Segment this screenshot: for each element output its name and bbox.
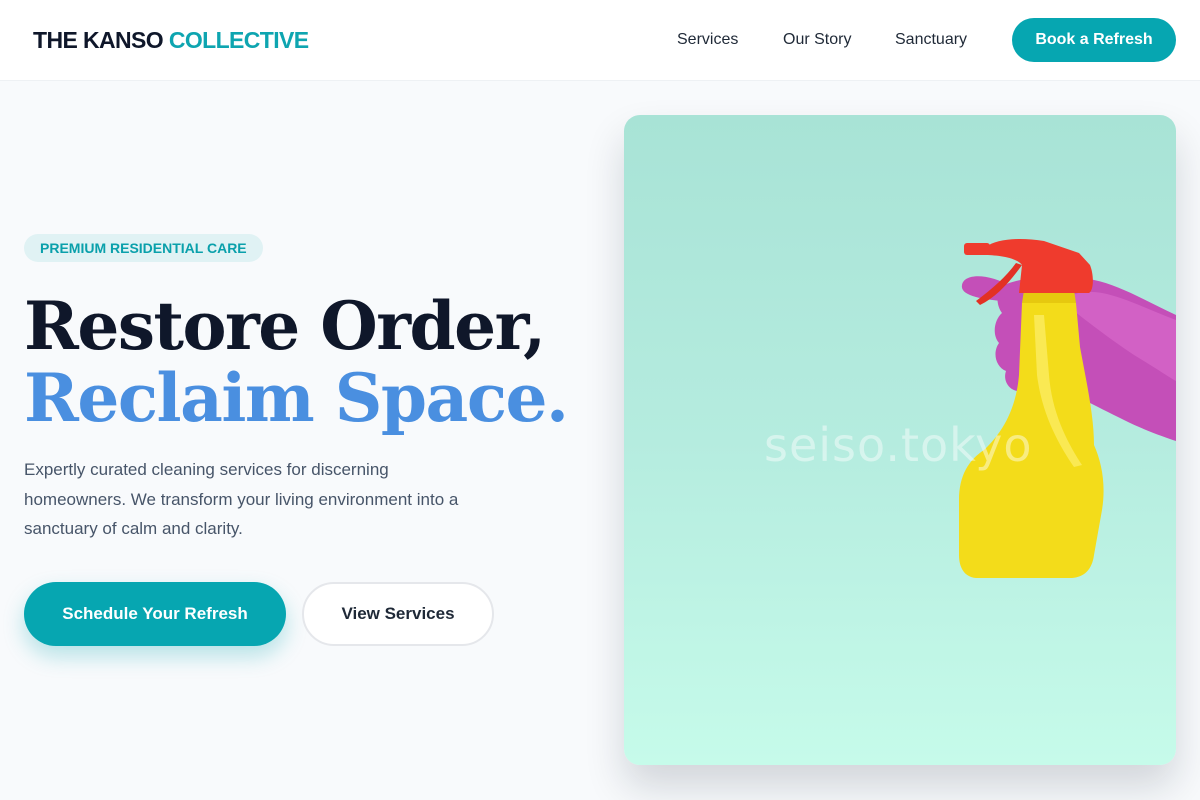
nav-link-sanctuary[interactable]: Sanctuary [895,30,967,50]
nav-link-our-story[interactable]: Our Story [783,30,851,50]
hero-description: Expertly curated cleaning services for d… [24,460,459,538]
nav-link-services[interactable]: Services [677,30,738,50]
logo-primary-text: THE KANSO [33,27,164,53]
logo-accent-text: COLLECTIVE [168,27,309,53]
hero-image: seiso.tokyo [624,115,1176,765]
headline-line-2: Reclaim Space. [24,359,569,437]
headline-line-1: Restore Order, [24,287,546,365]
watermark-text: seiso.tokyo [764,418,1033,472]
site-logo[interactable]: THE KANSO COLLECTIVE [33,26,309,54]
hero-headline: Restore Order, Reclaim Space. [24,287,569,437]
schedule-refresh-button[interactable]: Schedule Your Refresh [24,582,286,646]
view-services-button[interactable]: View Services [302,582,494,646]
site-header: THE KANSO COLLECTIVE Services Our Story … [0,0,1200,81]
book-refresh-button[interactable]: Book a Refresh [1012,18,1176,62]
premium-badge: PREMIUM RESIDENTIAL CARE [24,234,263,262]
